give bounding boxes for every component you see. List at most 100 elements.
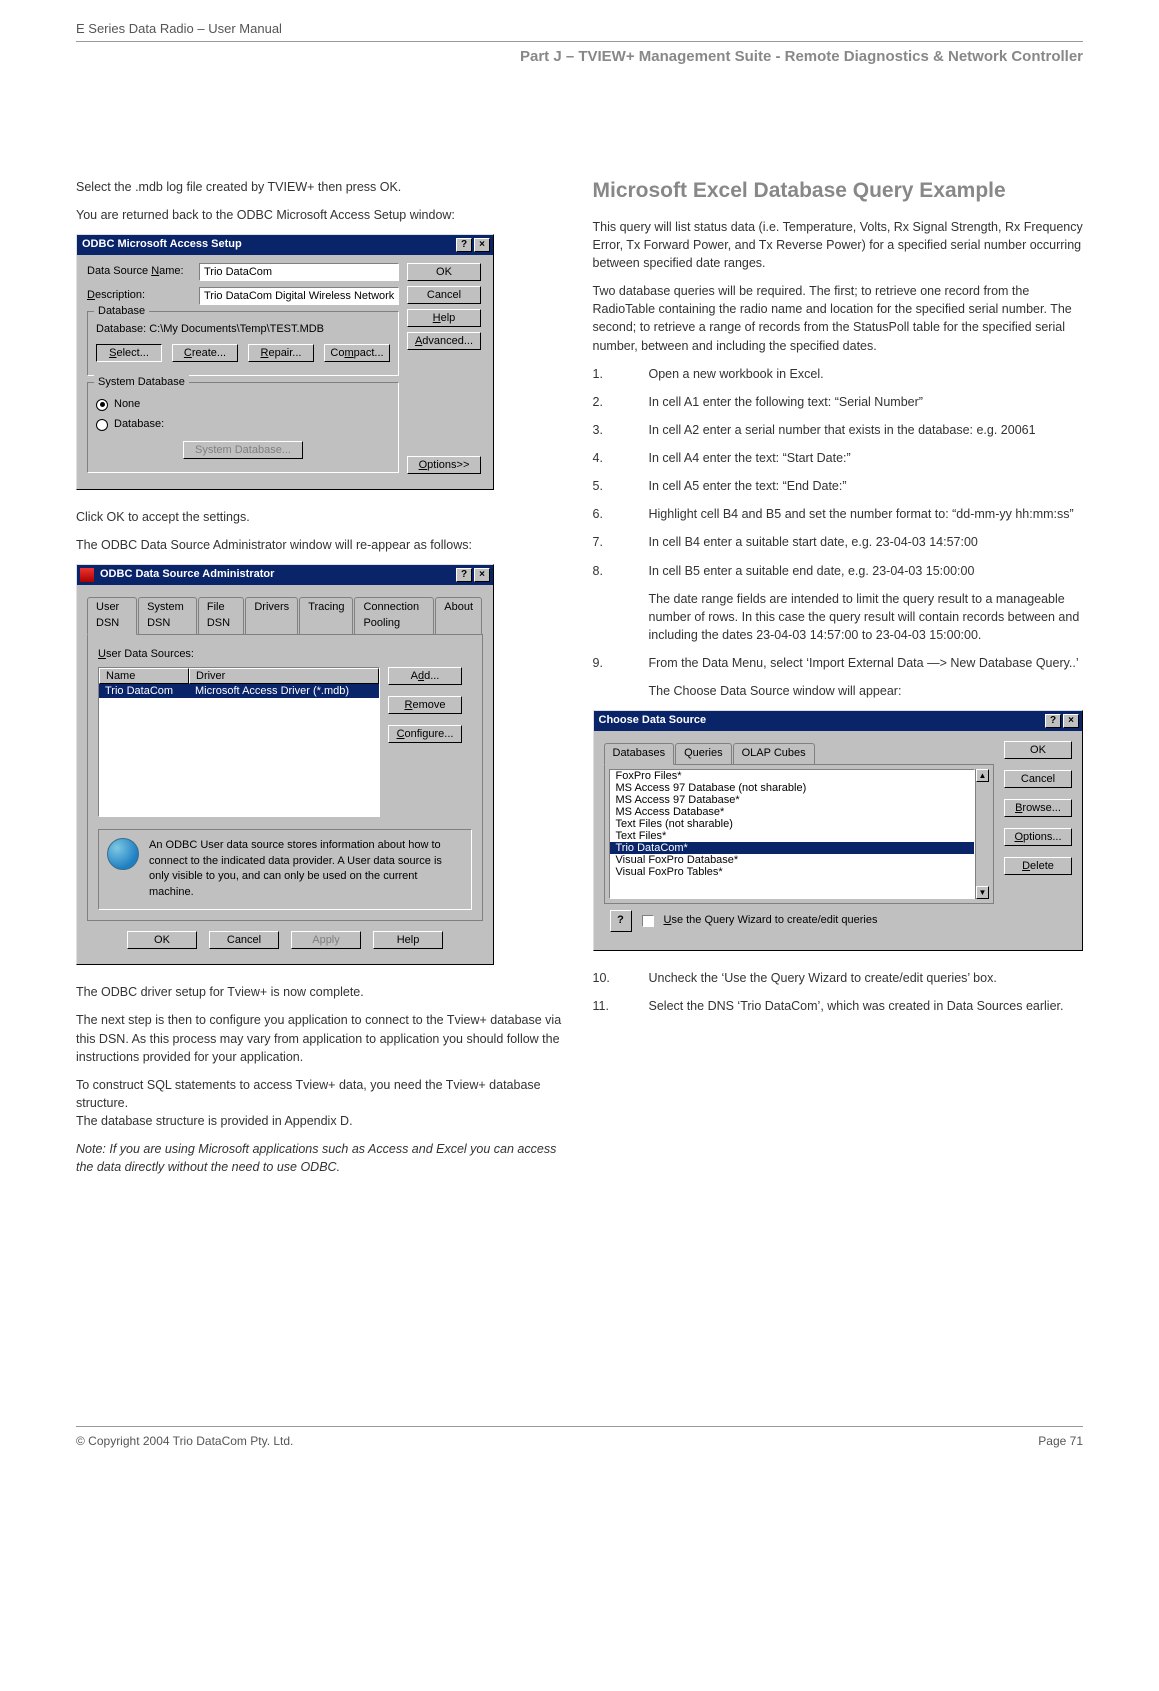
scroll-down-icon[interactable]: ▼ [976, 886, 989, 899]
help-button[interactable]: Help [373, 931, 443, 949]
dsn-label: Data Source Name: [87, 264, 193, 280]
excel-heading: Microsoft Excel Database Query Example [593, 178, 1084, 204]
steps-list-continued: 10.Uncheck the ‘Use the Query Wizard to … [593, 969, 1084, 1015]
choose-data-source-dialog: Choose Data Source ? × Databases Queries… [593, 710, 1084, 951]
radio-dot-icon [96, 419, 108, 431]
tab-queries[interactable]: Queries [675, 743, 732, 764]
tab-tracing[interactable]: Tracing [299, 597, 353, 634]
system-database-group-label: System Database [94, 375, 189, 391]
step8-extra: The date range fields are intended to li… [649, 590, 1084, 644]
system-database-button: System Database... [183, 441, 303, 459]
tab-olap-cubes[interactable]: OLAP Cubes [733, 743, 815, 764]
options-button[interactable]: Options>> [407, 456, 481, 474]
left-p9: Note: If you are using Microsoft applica… [76, 1140, 567, 1176]
close-icon[interactable]: × [474, 238, 490, 252]
help-icon[interactable]: ? [456, 238, 472, 252]
scroll-up-icon[interactable]: ▲ [976, 769, 989, 782]
browse-button[interactable]: Browse... [1004, 799, 1072, 817]
tab-about[interactable]: About [435, 597, 482, 634]
help-icon[interactable]: ? [456, 568, 472, 582]
help-square-icon[interactable]: ? [610, 910, 632, 932]
user-data-sources-list[interactable]: Name Driver Trio DataCom Microsoft Acces… [98, 667, 380, 817]
dsn-input[interactable] [199, 263, 399, 281]
remove-button[interactable]: Remove [388, 696, 462, 714]
delete-button[interactable]: Delete [1004, 857, 1072, 875]
tab-file-dsn[interactable]: File DSN [198, 597, 245, 634]
compact-button[interactable]: Compact... [324, 344, 390, 362]
list-item[interactable]: Text Files (not sharable) [610, 818, 975, 830]
left-p4: The ODBC Data Source Administrator windo… [76, 536, 567, 554]
left-p5: The ODBC driver setup for Tview+ is now … [76, 983, 567, 1001]
apply-button: Apply [291, 931, 361, 949]
repair-button[interactable]: Repair... [248, 344, 314, 362]
left-p3: Click OK to accept the settings. [76, 508, 567, 526]
ok-button[interactable]: OK [127, 931, 197, 949]
dlg1-title: ODBC Microsoft Access Setup [80, 237, 454, 253]
query-wizard-checkbox[interactable] [642, 915, 654, 927]
left-p7: To construct SQL statements to access Tv… [76, 1076, 567, 1112]
steps-list: 1.Open a new workbook in Excel. 2.In cel… [593, 365, 1084, 701]
list-item[interactable]: MS Access Database* [610, 806, 975, 818]
tab-databases[interactable]: Databases [604, 743, 675, 765]
radio-none[interactable]: None [96, 397, 390, 413]
step9-extra: The Choose Data Source window will appea… [649, 682, 1084, 700]
select-button[interactable]: Select... [96, 344, 162, 362]
cancel-button[interactable]: Cancel [407, 286, 481, 304]
add-button[interactable]: Add... [388, 667, 462, 685]
configure-button[interactable]: Configure... [388, 725, 462, 743]
tab-drivers[interactable]: Drivers [245, 597, 298, 634]
left-p1: Select the .mdb log file created by TVIE… [76, 178, 567, 196]
user-data-sources-label: User Data Sources: [98, 647, 472, 663]
left-p6: The next step is then to configure you a… [76, 1011, 567, 1065]
radio-database[interactable]: Database: [96, 417, 390, 433]
doc-title: E Series Data Radio – User Manual [76, 20, 1083, 42]
left-p2: You are returned back to the ODBC Micros… [76, 206, 567, 224]
list-item[interactable]: MS Access 97 Database (not sharable) [610, 782, 975, 794]
list-item[interactable]: Text Files* [610, 830, 975, 842]
create-button[interactable]: Create... [172, 344, 238, 362]
database-group-label: Database [94, 304, 149, 320]
tab-system-dsn[interactable]: System DSN [138, 597, 197, 634]
right-p1: This query will list status data (i.e. T… [593, 218, 1084, 272]
radio-dot-icon [96, 399, 108, 411]
list-item[interactable]: MS Access 97 Database* [610, 794, 975, 806]
list-item[interactable]: Visual FoxPro Tables* [610, 866, 975, 878]
globe-icon [107, 838, 139, 870]
description-input[interactable] [199, 287, 399, 305]
dlg2-title: ODBC Data Source Administrator [98, 567, 454, 583]
tab-bar: User DSN System DSN File DSN Drivers Tra… [87, 597, 483, 635]
list-item[interactable]: Visual FoxPro Database* [610, 854, 975, 866]
list-item[interactable]: FoxPro Files* [610, 770, 975, 782]
scrollbar[interactable]: ▲ ▼ [975, 769, 989, 899]
odbc-icon [80, 568, 94, 582]
ok-button[interactable]: OK [407, 263, 481, 281]
copyright: © Copyright 2004 Trio DataCom Pty. Ltd. [76, 1433, 293, 1450]
list-item-selected[interactable]: Trio DataCom* [610, 842, 975, 854]
section-title: Part J – TVIEW+ Management Suite - Remot… [76, 46, 1083, 68]
help-button[interactable]: Help [407, 309, 481, 327]
data-source-list[interactable]: FoxPro Files* MS Access 97 Database (not… [609, 769, 976, 899]
left-p8: The database structure is provided in Ap… [76, 1112, 567, 1130]
database-path: Database: C:\My Documents\Temp\TEST.MDB [96, 322, 390, 338]
dlg3-title: Choose Data Source [597, 713, 1044, 729]
description-label: Description: [87, 288, 193, 304]
list-row[interactable]: Trio DataCom Microsoft Access Driver (*.… [99, 684, 379, 698]
page-number: Page 71 [1038, 1433, 1083, 1450]
ok-button[interactable]: OK [1004, 741, 1072, 759]
tab-connection-pooling[interactable]: Connection Pooling [354, 597, 434, 634]
odbc-data-source-admin-dialog: ODBC Data Source Administrator ? × User … [76, 564, 494, 966]
col-driver: Driver [189, 668, 379, 684]
cancel-button[interactable]: Cancel [1004, 770, 1072, 788]
info-text: An ODBC User data source stores informat… [149, 838, 463, 902]
query-wizard-label: Use the Query Wizard to create/edit quer… [664, 913, 878, 929]
cancel-button[interactable]: Cancel [209, 931, 279, 949]
right-p2: Two database queries will be required. T… [593, 282, 1084, 355]
odbc-access-setup-dialog: ODBC Microsoft Access Setup ? × Data Sou… [76, 234, 494, 490]
tab-user-dsn[interactable]: User DSN [87, 597, 137, 635]
help-icon[interactable]: ? [1045, 714, 1061, 728]
close-icon[interactable]: × [1063, 714, 1079, 728]
close-icon[interactable]: × [474, 568, 490, 582]
advanced-button[interactable]: Advanced... [407, 332, 481, 350]
col-name: Name [99, 668, 189, 684]
options-button[interactable]: Options... [1004, 828, 1072, 846]
